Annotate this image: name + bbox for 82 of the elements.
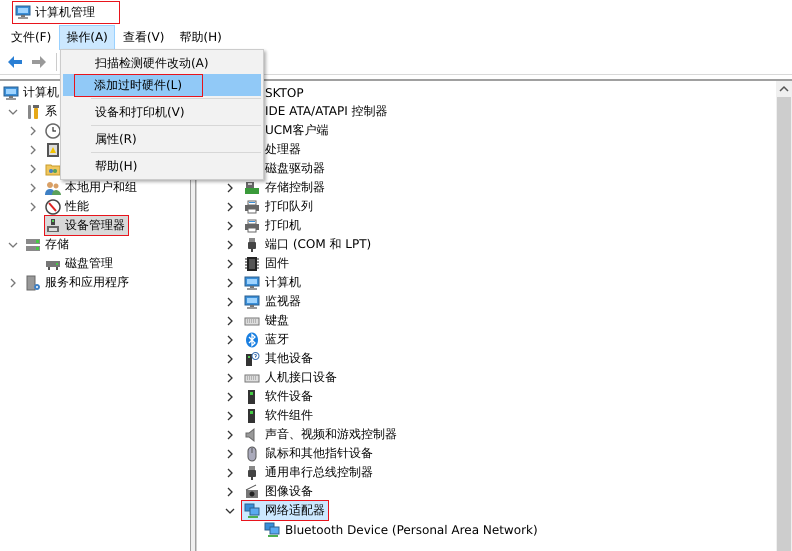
storage-icon bbox=[25, 236, 41, 252]
tree-item[interactable]: 人机接口设备 bbox=[265, 369, 337, 386]
tree-item[interactable]: 本地用户和组 bbox=[65, 179, 137, 196]
chevron-right-icon[interactable] bbox=[225, 372, 235, 382]
menu-item[interactable]: 操作(A) bbox=[59, 24, 115, 50]
chevron-right-icon[interactable] bbox=[225, 448, 235, 458]
computer-icon bbox=[3, 84, 19, 100]
gauge-icon bbox=[45, 198, 61, 214]
server-icon bbox=[25, 274, 41, 290]
window-title: 计算机管理 bbox=[35, 4, 95, 20]
menu-option[interactable]: 扫描检测硬件改动(A) bbox=[94, 52, 230, 74]
tools-icon bbox=[25, 104, 41, 120]
tree-item[interactable]: 存储控制器 bbox=[265, 179, 325, 196]
chevron-right-icon[interactable] bbox=[225, 296, 235, 306]
tree-item[interactable]: IDE ATA/ATAPI 控制器 bbox=[265, 103, 388, 120]
book-icon bbox=[45, 142, 61, 158]
chevron-right-icon[interactable] bbox=[225, 316, 235, 326]
chevron-right-icon[interactable] bbox=[225, 430, 235, 440]
menu-option[interactable]: 设备和打印机(V) bbox=[94, 100, 206, 124]
tree-item[interactable]: UCM客户端 bbox=[265, 122, 329, 139]
chevron-down-icon[interactable] bbox=[225, 506, 235, 516]
tree-item[interactable]: 蓝牙 bbox=[265, 331, 289, 348]
chevron-right-icon[interactable] bbox=[225, 182, 235, 192]
question-device-icon bbox=[244, 350, 260, 366]
tree-item[interactable]: 存储 bbox=[45, 236, 69, 253]
tree-item[interactable]: 磁盘管理 bbox=[65, 255, 113, 272]
tree-item[interactable]: 处理器 bbox=[265, 141, 301, 158]
camera-icon bbox=[244, 484, 260, 500]
chevron-right-icon[interactable] bbox=[225, 486, 235, 496]
chevron-right-icon[interactable] bbox=[225, 392, 235, 402]
tree-item[interactable]: 端口 (COM 和 LPT) bbox=[265, 236, 372, 253]
menu-option[interactable]: 帮助(H) bbox=[94, 154, 158, 178]
tree-item[interactable]: 计算机 bbox=[23, 84, 59, 101]
bluetooth-icon bbox=[244, 332, 260, 348]
clock-icon bbox=[45, 122, 61, 138]
chevron-right-icon[interactable] bbox=[225, 278, 235, 288]
back-arrow-icon bbox=[7, 54, 23, 70]
tree-item[interactable]: 性能 bbox=[65, 198, 89, 215]
tree-item[interactable]: 打印队列 bbox=[265, 198, 313, 215]
chevron-right-icon[interactable] bbox=[225, 258, 235, 268]
tree-item[interactable]: 服务和应用程序 bbox=[45, 274, 129, 291]
scrollbar-thumb[interactable] bbox=[777, 97, 791, 551]
network-icon bbox=[264, 522, 280, 538]
tree-item[interactable]: 打印机 bbox=[265, 217, 301, 234]
computer-icon bbox=[244, 274, 260, 290]
tree-item[interactable]: 系 bbox=[45, 103, 57, 120]
tree-item[interactable]: 鼠标和其他指针设备 bbox=[265, 445, 373, 462]
tree-item[interactable]: Bluetooth Device (Personal Area Network) bbox=[285, 522, 538, 536]
printer-icon bbox=[244, 218, 260, 234]
forward-arrow-icon bbox=[31, 54, 47, 70]
tree-item[interactable]: 磁盘驱动器 bbox=[265, 160, 325, 177]
users-icon bbox=[45, 180, 61, 196]
chevron-right-icon[interactable] bbox=[225, 240, 235, 250]
computer-icon bbox=[15, 4, 31, 20]
tree-item[interactable]: 图像设备 bbox=[265, 483, 313, 500]
chevron-right-icon[interactable] bbox=[225, 468, 235, 478]
tree-item[interactable]: 键盘 bbox=[265, 312, 289, 329]
computer-icon bbox=[244, 294, 260, 310]
tree-item[interactable]: 监视器 bbox=[265, 293, 301, 310]
chevron-right-icon[interactable] bbox=[225, 334, 235, 344]
chip-icon bbox=[244, 256, 260, 272]
printer-icon bbox=[244, 198, 260, 214]
tree-item[interactable]: 通用串行总线控制器 bbox=[265, 464, 373, 481]
chevron-right-icon[interactable] bbox=[225, 410, 235, 420]
controller-icon bbox=[244, 180, 260, 196]
scrollbar[interactable] bbox=[776, 81, 792, 551]
menu-item[interactable]: 文件(F) bbox=[4, 24, 58, 50]
tree-item[interactable]: 软件组件 bbox=[265, 407, 313, 424]
tree-item[interactable]: 计算机 bbox=[265, 274, 301, 291]
tree-item[interactable]: 其他设备 bbox=[265, 350, 313, 367]
chevron-right-icon[interactable] bbox=[225, 220, 235, 230]
tree-item[interactable]: 软件设备 bbox=[265, 388, 313, 405]
network-icon bbox=[244, 502, 260, 518]
menu-item[interactable]: 帮助(H) bbox=[172, 24, 229, 50]
chevron-right-icon[interactable] bbox=[225, 354, 235, 364]
tree-item[interactable]: SKTOP bbox=[265, 86, 304, 100]
menu-option[interactable]: 添加过时硬件(L) bbox=[74, 74, 204, 96]
menu-option[interactable]: 属性(R) bbox=[94, 128, 158, 150]
tree-item[interactable]: 固件 bbox=[265, 255, 289, 272]
chevron-right-icon[interactable] bbox=[225, 202, 235, 212]
tree-item[interactable]: 声音、视频和游戏控制器 bbox=[265, 426, 397, 443]
menu-item[interactable]: 查看(V) bbox=[116, 24, 172, 50]
